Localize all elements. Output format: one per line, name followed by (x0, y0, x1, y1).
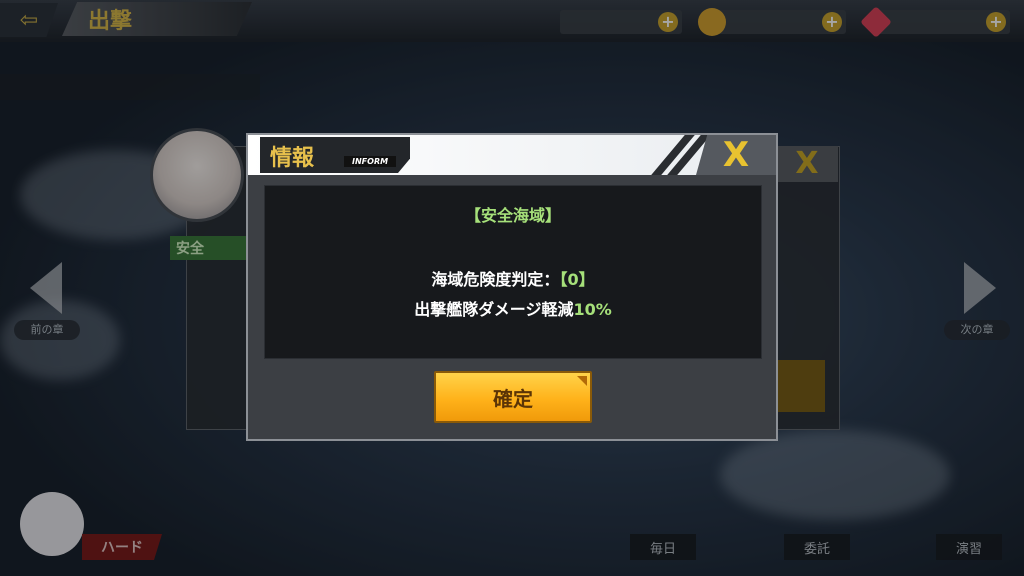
dialog-title: 情報 (270, 146, 315, 171)
damage-reduction-label: 出撃艦隊ダメージ軽減 (414, 300, 574, 319)
info-dialog: 情報 INFORM X 【安全海域】 海域危険度判定：【0】 出撃艦隊ダメージ軽… (246, 133, 778, 441)
area-title: 【安全海域】 (464, 206, 561, 225)
corner-accent (577, 376, 587, 386)
dialog-content: 【安全海域】 海域危険度判定：【0】 出撃艦隊ダメージ軽減10% (264, 185, 762, 359)
close-button[interactable]: X (696, 135, 776, 175)
confirm-button[interactable]: 確定 (434, 371, 592, 423)
dialog-header: 情報 INFORM X (248, 135, 776, 175)
close-icon: X (722, 135, 750, 175)
danger-level-label: 海域危険度判定： (431, 270, 560, 289)
damage-reduction-value: 10% (573, 300, 612, 319)
danger-level-line: 海域危険度判定：【0】 (265, 266, 761, 290)
danger-level-value: 【0】 (559, 270, 595, 289)
damage-reduction-line: 出撃艦隊ダメージ軽減10% (265, 296, 761, 320)
dialog-subtitle: INFORM (344, 156, 397, 167)
confirm-label: 確定 (493, 386, 533, 411)
